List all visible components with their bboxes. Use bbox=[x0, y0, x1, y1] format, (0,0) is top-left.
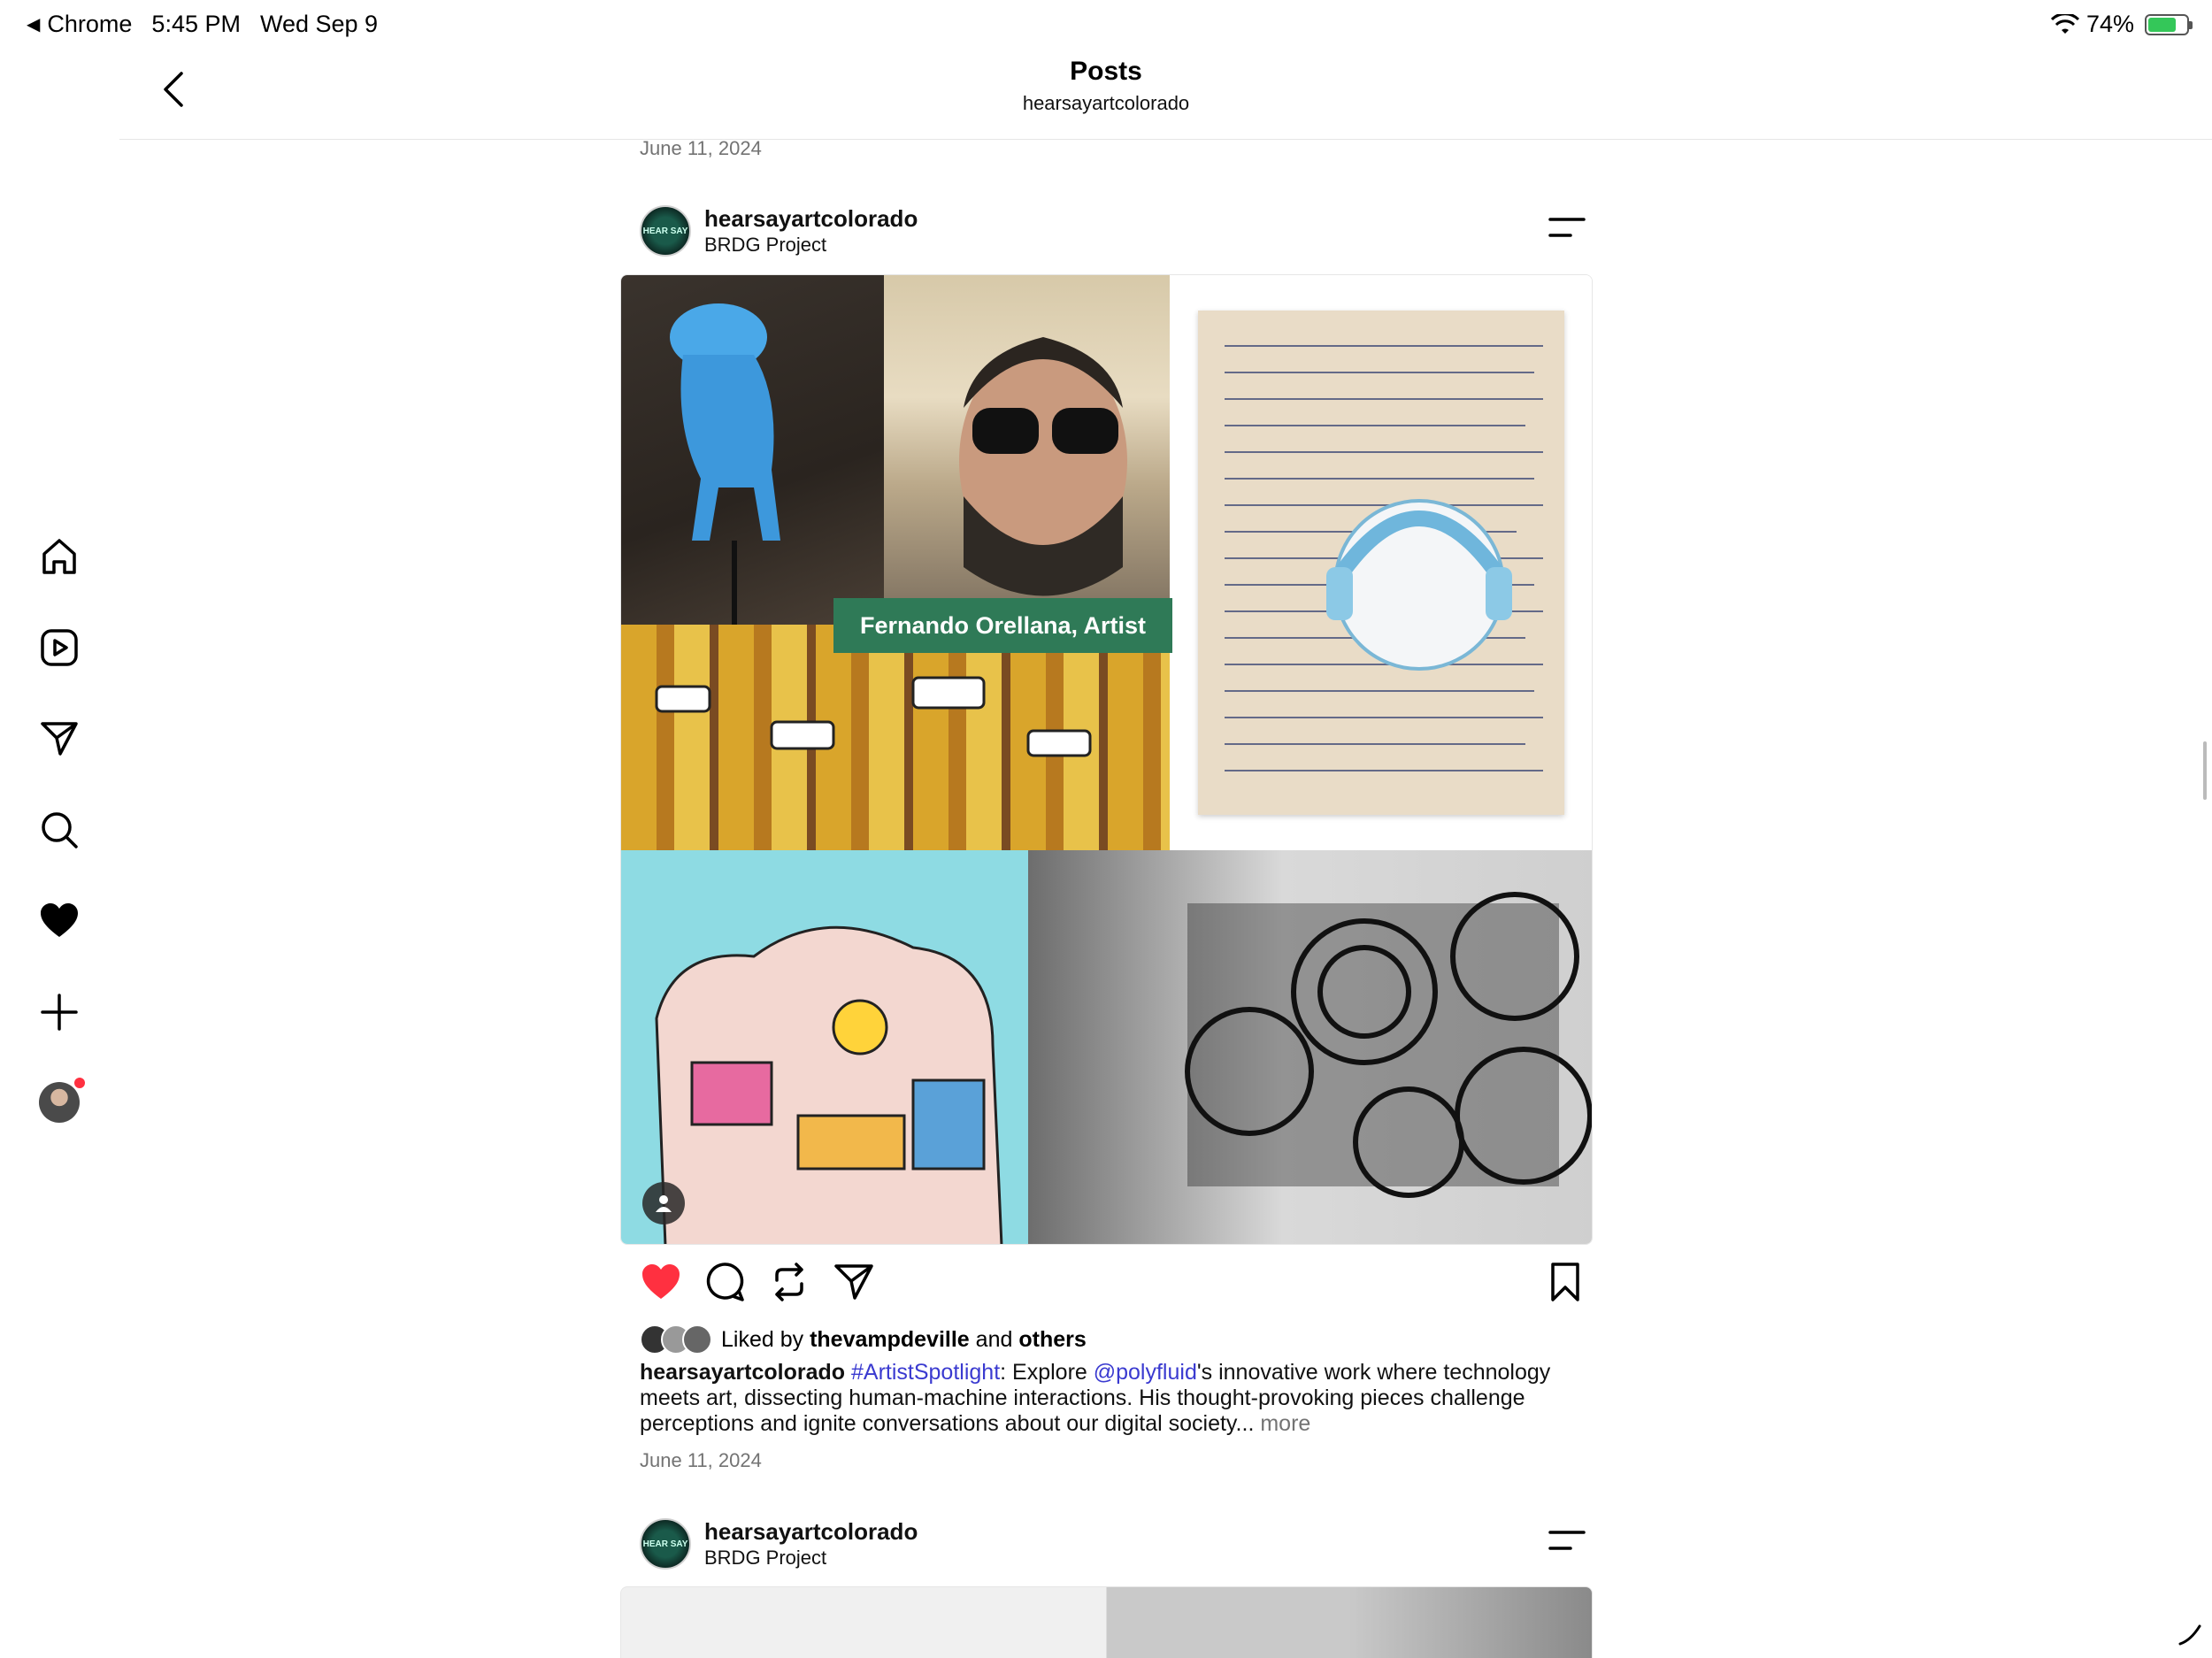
page-subtitle: hearsayartcolorado bbox=[1022, 92, 1190, 114]
sidebar-item-create[interactable] bbox=[34, 986, 85, 1038]
image-tile-bw-installation bbox=[1028, 850, 1592, 1244]
post-actions bbox=[640, 1261, 1586, 1307]
heart-filled-icon bbox=[41, 903, 78, 937]
image-tile-doodle-cyan bbox=[621, 850, 1028, 1244]
bw-installation-illustration bbox=[1185, 892, 1592, 1198]
posts-header: Posts hearsayartcolorado bbox=[119, 51, 2212, 140]
person-icon bbox=[656, 1195, 672, 1212]
bookmark-icon bbox=[1551, 1263, 1579, 1301]
caption-more-link[interactable]: more bbox=[1260, 1411, 1310, 1436]
post-header: HEAR SAY hearsayartcolorado BRDG Project bbox=[640, 1518, 1586, 1577]
sidebar-item-activity[interactable] bbox=[34, 895, 85, 947]
home-icon bbox=[42, 539, 76, 574]
comment-icon bbox=[706, 1263, 744, 1301]
pencil-gesture-icon bbox=[2178, 1624, 2201, 1646]
post-header: HEAR SAY hearsayartcolorado BRDG Project bbox=[640, 205, 1586, 264]
post-location[interactable]: BRDG Project bbox=[704, 1547, 826, 1570]
scrollbar[interactable] bbox=[2203, 741, 2207, 800]
post-image[interactable]: Fernando Orellana, Artist bbox=[620, 274, 1593, 1245]
search-icon bbox=[42, 812, 78, 848]
profile-avatar[interactable] bbox=[39, 1078, 85, 1123]
image-tile-notebook bbox=[1170, 275, 1592, 850]
post-location[interactable]: BRDG Project bbox=[704, 234, 826, 257]
repost-button[interactable] bbox=[768, 1261, 810, 1303]
liked-by-prefix: Liked by bbox=[721, 1326, 804, 1352]
battery-icon bbox=[2145, 13, 2193, 35]
more-options-icon[interactable] bbox=[1548, 1527, 1586, 1554]
image-tile-sculpture bbox=[621, 275, 884, 625]
wifi-icon bbox=[2050, 13, 2079, 34]
sidebar-item-search[interactable] bbox=[34, 804, 85, 856]
sidebar-nav bbox=[0, 142, 119, 1658]
avatar-logo-text: HEAR SAY bbox=[642, 226, 688, 236]
post-date: June 11, 2024 bbox=[640, 1449, 762, 1471]
liked-by-others[interactable]: others bbox=[1018, 1327, 1086, 1353]
liker-avatar bbox=[682, 1324, 712, 1355]
status-bar: ◀ Chrome 5:45 PM Wed Sep 9 74% bbox=[0, 0, 2212, 51]
caption-mention[interactable]: @polyfluid bbox=[1094, 1360, 1197, 1385]
image-tile-doodle-yellow bbox=[621, 625, 1170, 850]
caption-text-1: : Explore bbox=[1000, 1360, 1094, 1385]
avatar-logo-text: HEAR SAY bbox=[642, 1539, 688, 1549]
notification-dot bbox=[74, 1078, 85, 1088]
sidebar-item-reels[interactable] bbox=[34, 622, 85, 673]
share-button[interactable] bbox=[833, 1261, 875, 1303]
reels-icon bbox=[41, 629, 78, 666]
back-to-app-icon[interactable]: ◀ bbox=[27, 13, 40, 35]
comment-button[interactable] bbox=[703, 1261, 746, 1303]
sculpture-illustration bbox=[670, 303, 780, 625]
plus-icon bbox=[41, 994, 78, 1031]
liked-by-and: and bbox=[975, 1326, 1013, 1352]
image-tile-portrait bbox=[884, 275, 1170, 625]
liked-by-user[interactable]: thevampdeville bbox=[810, 1327, 970, 1353]
post-image[interactable] bbox=[620, 1586, 1593, 1658]
notebook-sketch-illustration bbox=[1225, 345, 1543, 771]
sidebar-item-home[interactable] bbox=[34, 531, 85, 582]
post-username[interactable]: hearsayartcolorado bbox=[704, 1518, 918, 1546]
doodle-illustration bbox=[655, 676, 1092, 757]
status-date: Wed Sep 9 bbox=[259, 11, 379, 37]
post-avatar[interactable]: HEAR SAY bbox=[640, 205, 691, 257]
colorful-creature-illustration bbox=[655, 925, 1003, 1244]
image-caption-banner: Fernando Orellana, Artist bbox=[833, 598, 1172, 653]
direct-icon bbox=[41, 722, 78, 756]
more-options-icon[interactable] bbox=[1548, 214, 1586, 241]
liker-avatars bbox=[640, 1324, 712, 1355]
likes-summary[interactable]: Liked by thevampdeville and others bbox=[640, 1324, 1087, 1355]
portrait-illustration bbox=[959, 337, 1127, 596]
tagged-users-button[interactable] bbox=[642, 1182, 685, 1224]
sidebar-item-direct[interactable] bbox=[34, 713, 85, 764]
back-app-label[interactable]: Chrome bbox=[47, 11, 132, 38]
post-username[interactable]: hearsayartcolorado bbox=[704, 205, 918, 233]
like-button[interactable] bbox=[640, 1261, 682, 1303]
share-icon bbox=[834, 1264, 873, 1300]
save-button[interactable] bbox=[1544, 1261, 1586, 1303]
page-title: Posts bbox=[1070, 57, 1142, 86]
status-time: 5:45 PM bbox=[151, 11, 241, 37]
repost-icon bbox=[775, 1263, 803, 1301]
post-caption: hearsayartcolorado #ArtistSpotlight: Exp… bbox=[640, 1360, 1569, 1437]
post-avatar[interactable]: HEAR SAY bbox=[640, 1518, 691, 1570]
previous-post-date: June 11, 2024 bbox=[640, 137, 762, 159]
heart-filled-icon bbox=[642, 1264, 680, 1299]
caption-username[interactable]: hearsayartcolorado bbox=[640, 1360, 845, 1385]
battery-percent: 74% bbox=[2085, 11, 2134, 37]
caption-hashtag[interactable]: #ArtistSpotlight bbox=[851, 1360, 1000, 1385]
